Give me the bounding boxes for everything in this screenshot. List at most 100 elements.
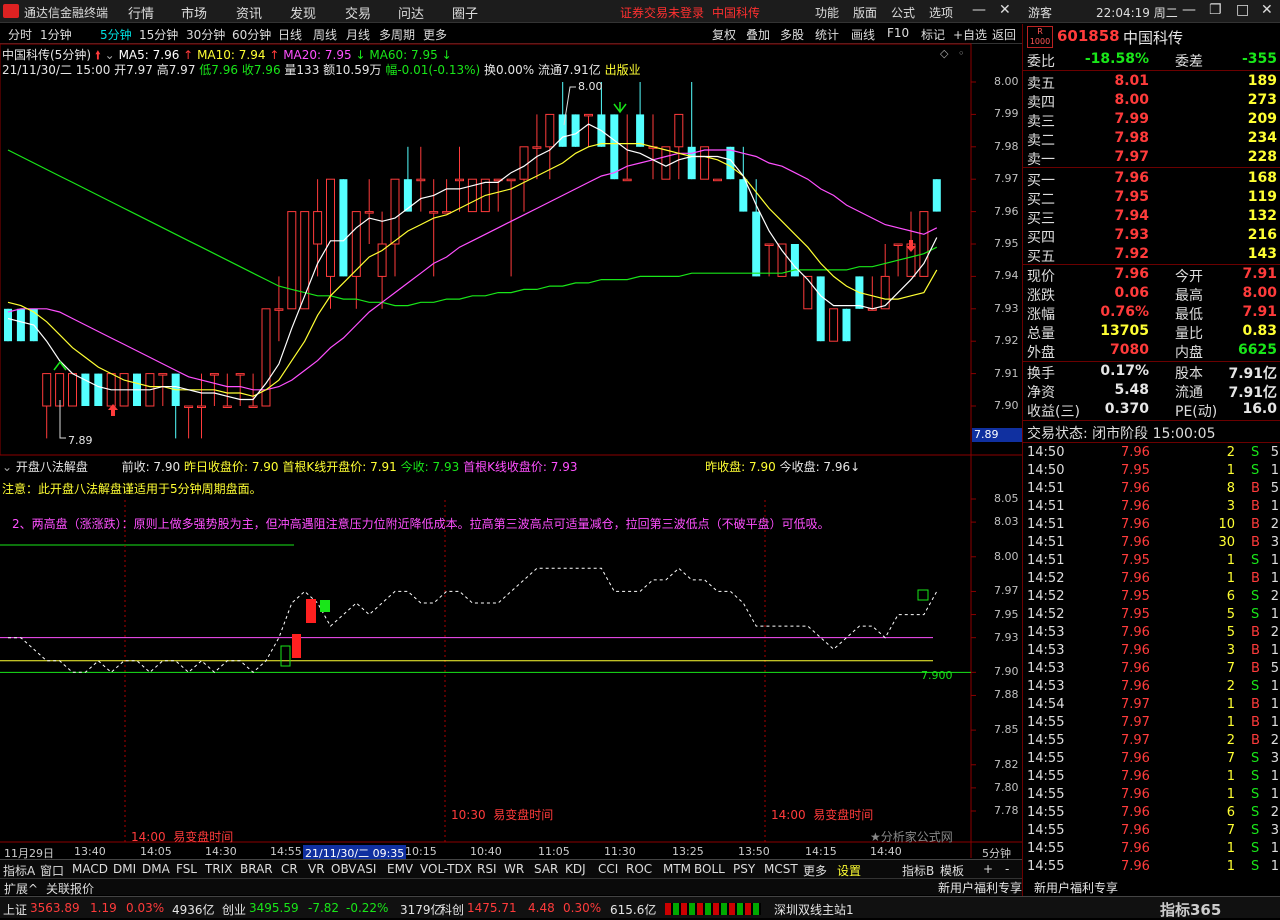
finance-row: 换手 0.17% 股本 7.91亿 bbox=[1025, 363, 1279, 382]
indicator-tab-8[interactable]: CR bbox=[281, 862, 298, 876]
tick-price: 7.96 bbox=[1121, 859, 1150, 874]
tick-time: 14:53 bbox=[1027, 679, 1065, 694]
finance-row: 净资 5.48 流通 7.91亿 bbox=[1025, 382, 1279, 401]
tick-volume: 7 bbox=[1226, 661, 1235, 676]
indicator-tab-28[interactable]: + bbox=[983, 862, 993, 876]
kc-index-amount: 615.6亿 bbox=[610, 903, 657, 917]
promo-text[interactable]: 新用户福利专享 bbox=[938, 879, 1022, 896]
tick-row: 14:55 7.96 7 S 3 bbox=[1025, 751, 1279, 769]
tick-side: S bbox=[1251, 553, 1260, 568]
indicator-tab-4[interactable]: DMA bbox=[142, 862, 170, 876]
tick-volume: 1 bbox=[1226, 697, 1235, 712]
candle-down bbox=[16, 308, 25, 342]
window-maximize-icon[interactable]: □ bbox=[1236, 2, 1249, 18]
tick-volume: 2 bbox=[1226, 445, 1235, 460]
indicator-today-close-2: 今收盘: 7.96↓ bbox=[779, 460, 861, 474]
chevron-down-icon[interactable]: ⌄ bbox=[2, 460, 12, 474]
tick-time: 14:52 bbox=[1027, 607, 1065, 622]
kline-chart[interactable] bbox=[0, 0, 1022, 870]
indicator-tab-20[interactable]: MTM bbox=[663, 862, 691, 876]
ask-volume: 273 bbox=[1247, 92, 1277, 108]
sh-index-value: 3563.89 bbox=[30, 901, 80, 915]
indicator-tab-10[interactable]: OBV bbox=[331, 862, 357, 876]
indicator-tab-13[interactable]: VOL-TDX bbox=[420, 862, 472, 876]
indicator-tab-24[interactable]: 更多 bbox=[803, 862, 827, 879]
sh-index-label[interactable]: 上证 bbox=[3, 901, 27, 918]
indicator-tab-5[interactable]: FSL bbox=[176, 862, 197, 876]
indicator-tab-6[interactable]: TRIX bbox=[205, 862, 232, 876]
tick-side: B bbox=[1251, 535, 1260, 550]
bid-volume: 143 bbox=[1247, 246, 1277, 262]
tick-time: 14:55 bbox=[1027, 751, 1065, 766]
indicator-tab-26[interactable]: 指标B bbox=[902, 862, 934, 879]
tab-extend[interactable]: 扩展^ bbox=[4, 880, 38, 897]
indicator-tab-7[interactable]: BRAR bbox=[240, 862, 273, 876]
cy-index-label[interactable]: 创业 bbox=[222, 901, 246, 918]
tick-side: S bbox=[1251, 805, 1260, 820]
indicator-name: 开盘八法解盘 bbox=[15, 460, 88, 474]
tick-count: 1 bbox=[1270, 841, 1279, 856]
indicator-tab-21[interactable]: BOLL bbox=[694, 862, 725, 876]
ask-price: 8.01 bbox=[1114, 73, 1149, 89]
promo-text-2[interactable]: 新用户福利专享 bbox=[1034, 879, 1118, 896]
panel-separator bbox=[1022, 264, 1280, 265]
kc-index-label[interactable]: 科创 bbox=[440, 901, 464, 918]
tick-volume: 3 bbox=[1226, 643, 1235, 658]
tick-side: S bbox=[1251, 787, 1260, 802]
indicator-tab-0[interactable]: 指标A bbox=[3, 862, 35, 879]
user-label[interactable]: 游客 bbox=[1028, 4, 1052, 21]
ask-row: 卖一 7.97 228 bbox=[1025, 149, 1279, 168]
indicator-tab-17[interactable]: KDJ bbox=[565, 862, 586, 876]
tick-row: 14:52 7.96 1 B 1 bbox=[1025, 571, 1279, 589]
tick-side: B bbox=[1251, 571, 1260, 586]
candle-down bbox=[558, 114, 567, 147]
indicator-tab-16[interactable]: SAR bbox=[534, 862, 558, 876]
indicator-tab-22[interactable]: PSY bbox=[733, 862, 755, 876]
tick-price: 7.95 bbox=[1121, 463, 1150, 478]
weibi-label: 委比 bbox=[1027, 54, 1055, 70]
candle-up bbox=[197, 405, 206, 408]
tick-time: 14:55 bbox=[1027, 769, 1065, 784]
tick-price: 7.96 bbox=[1121, 769, 1150, 784]
indicator-tab-23[interactable]: MCST bbox=[764, 862, 798, 876]
indicator-tab-15[interactable]: WR bbox=[504, 862, 524, 876]
tick-time: 14:50 bbox=[1027, 445, 1065, 460]
window-close-icon[interactable]: ✕ bbox=[1261, 2, 1273, 18]
indicator-tab-9[interactable]: VR bbox=[308, 862, 325, 876]
indicator-tab-18[interactable]: CCI bbox=[598, 862, 618, 876]
tick-side: B bbox=[1251, 733, 1260, 748]
time-marker-label: 10:30 易变盘时间 bbox=[451, 808, 554, 822]
server-name[interactable]: 深圳双线主站1 bbox=[774, 901, 854, 918]
tick-row: 14:55 7.97 1 B 1 bbox=[1025, 715, 1279, 733]
tick-time: 14:55 bbox=[1027, 823, 1065, 838]
y-tick: 8.03 bbox=[994, 515, 1019, 529]
ask-row: 卖五 8.01 189 bbox=[1025, 73, 1279, 92]
indicator-tab-11[interactable]: ASI bbox=[357, 862, 376, 876]
tab-related-quotes[interactable]: 关联报价 bbox=[46, 880, 94, 897]
panel-separator bbox=[1022, 361, 1280, 362]
ask-row: 卖二 7.98 234 bbox=[1025, 130, 1279, 149]
indicator-tab-2[interactable]: MACD bbox=[72, 862, 108, 876]
indicator-tab-29[interactable]: - bbox=[1005, 862, 1009, 876]
window-minimize-icon[interactable]: — bbox=[1182, 2, 1196, 18]
indicator-tab-1[interactable]: 窗口 bbox=[40, 862, 64, 879]
tick-price: 7.95 bbox=[1121, 607, 1150, 622]
indicator-tab-25[interactable]: 设置 bbox=[837, 862, 861, 879]
tick-row: 14:53 7.96 5 B 2 bbox=[1025, 625, 1279, 643]
tick-row: 14:50 7.96 2 S 5 bbox=[1025, 445, 1279, 463]
candle-down bbox=[752, 211, 761, 277]
tick-row: 14:55 7.96 1 S 1 bbox=[1025, 841, 1279, 859]
candle-down bbox=[94, 373, 103, 406]
indicator-tab-12[interactable]: EMV bbox=[387, 862, 413, 876]
window-restore-icon[interactable]: ❐ bbox=[1209, 2, 1222, 18]
tick-side: S bbox=[1251, 841, 1260, 856]
indicator-tab-27[interactable]: 模板 bbox=[940, 862, 964, 879]
indicator-tab-14[interactable]: RSI bbox=[477, 862, 497, 876]
indicator-tab-19[interactable]: ROC bbox=[626, 862, 652, 876]
x-tick: 14:30 bbox=[205, 845, 237, 858]
indicator-legend: ⌄ 开盘八法解盘 前收: 7.90 昨日收盘价: 7.90 首根K线开盘价: 7… bbox=[2, 458, 860, 475]
candle-up bbox=[893, 243, 903, 246]
tick-count: 2 bbox=[1270, 805, 1279, 820]
indicator-tab-3[interactable]: DMI bbox=[113, 862, 136, 876]
finance-value: 0.370 bbox=[1104, 401, 1149, 417]
